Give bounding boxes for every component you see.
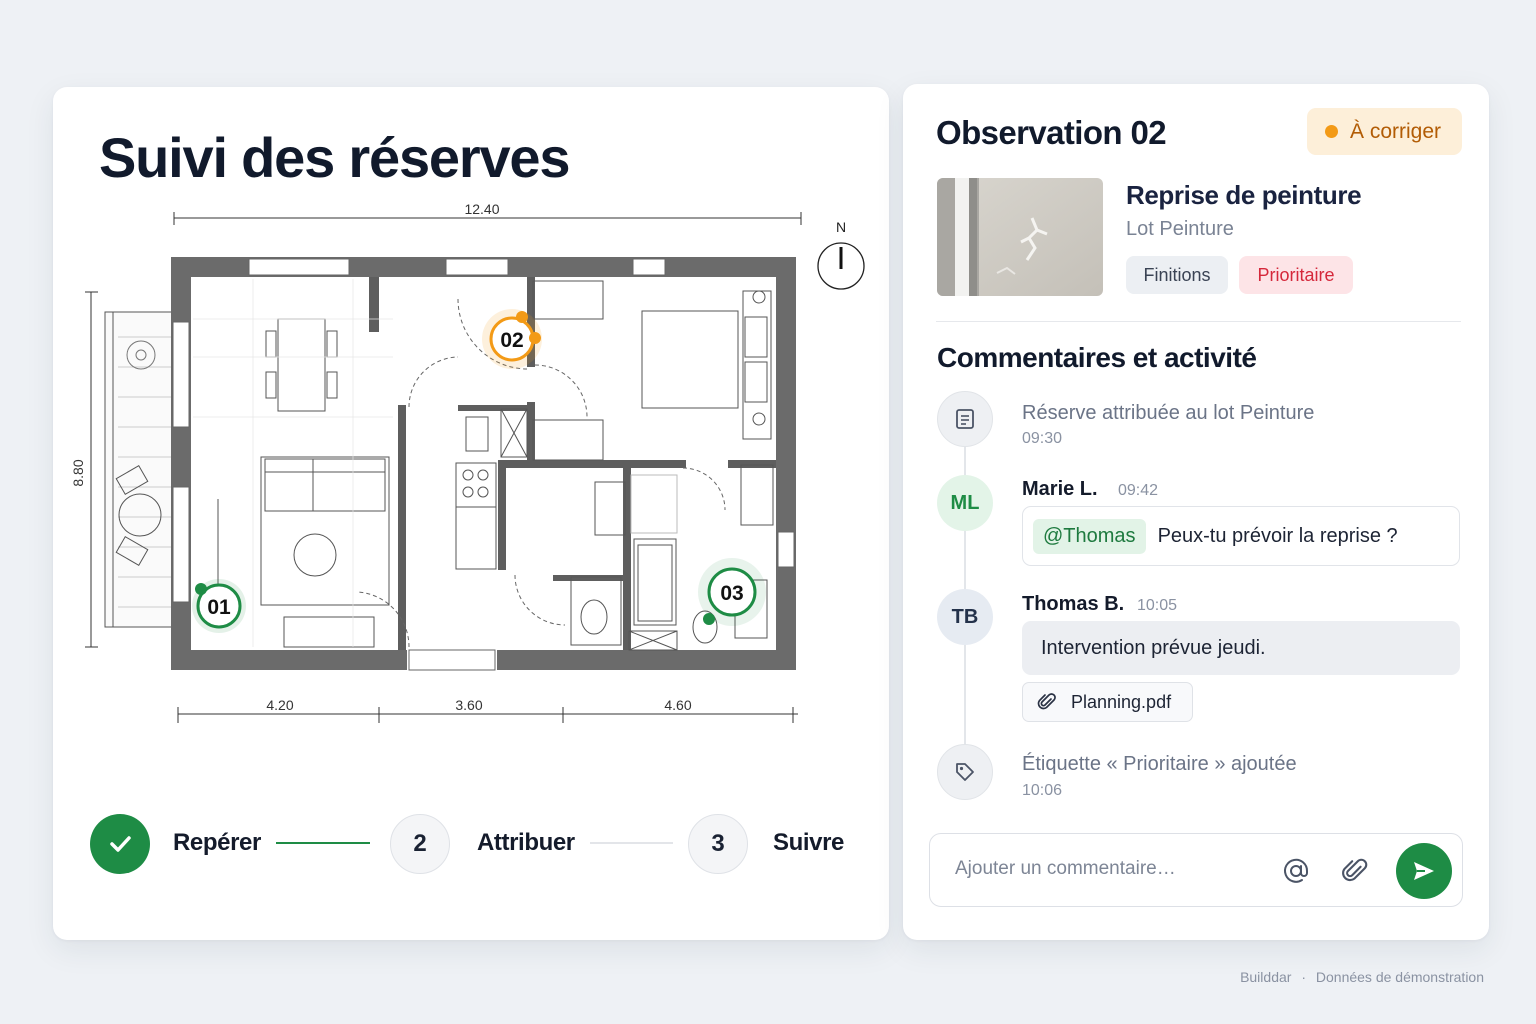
dimension-side: 8.80 xyxy=(70,459,86,486)
comment-input[interactable]: Ajouter un commentaire… xyxy=(955,858,1176,880)
marker-01-label: 01 xyxy=(207,596,231,619)
comment-author: Marie L. xyxy=(1022,478,1098,500)
north-label: N xyxy=(836,219,846,235)
marker-02[interactable]: 02 xyxy=(482,309,542,369)
step-1-circle[interactable] xyxy=(90,814,150,874)
marker-02-label: 02 xyxy=(500,329,523,352)
marker-01[interactable]: 01 xyxy=(192,579,246,633)
attachment-chip[interactable]: Planning.pdf xyxy=(1022,682,1193,722)
send-icon xyxy=(1414,862,1434,880)
step-3-circle[interactable]: 3 xyxy=(688,814,748,874)
paperclip-icon xyxy=(1342,858,1368,882)
mention-button[interactable] xyxy=(1279,854,1313,888)
comment-composer[interactable]: Ajouter un commentaire… xyxy=(929,833,1463,907)
floor-plan-card: Suivi des réserves 12.40 4.20 3.60 4.60 … xyxy=(53,87,889,940)
check-icon xyxy=(110,836,131,852)
balcony xyxy=(104,311,182,628)
step-connector-2 xyxy=(590,842,673,844)
activity-event-text: Réserve attribuée au lot Peinture xyxy=(1022,402,1315,424)
document-icon xyxy=(956,409,974,429)
footer-separator: · xyxy=(1301,969,1306,985)
footer-brand: Builddar xyxy=(1240,969,1292,985)
workflow-stepper: Repérer 2 Attribuer 3 Suivre xyxy=(90,812,870,876)
door-arcs xyxy=(357,298,726,648)
status-label: À corriger xyxy=(1350,119,1442,143)
entrance xyxy=(408,649,496,671)
step-2-label[interactable]: Attribuer xyxy=(477,829,575,857)
activity-section-title: Commentaires et activité xyxy=(937,342,1257,373)
comment-author: Thomas B. xyxy=(1022,593,1125,615)
step-3-label[interactable]: Suivre xyxy=(773,829,844,857)
activity-event-badge xyxy=(937,744,993,800)
marker-03[interactable]: 03 xyxy=(698,558,766,626)
comment-bubble: @Thomas Peux-tu prévoir la reprise ? xyxy=(1022,506,1460,566)
activity-event-time: 09:30 xyxy=(1022,430,1063,447)
footer-note: Données de démonstration xyxy=(1315,969,1484,985)
step-2-circle[interactable]: 2 xyxy=(390,814,450,874)
dimension-lines xyxy=(85,212,802,723)
activity-event-time: 10:06 xyxy=(1022,782,1063,799)
dimension-top: 12.40 xyxy=(464,201,499,217)
paperclip-icon xyxy=(1037,693,1056,710)
issue-photo[interactable] xyxy=(937,178,1103,296)
comment-time: 09:42 xyxy=(1118,482,1159,499)
wall-photo-image xyxy=(937,178,1103,296)
divider xyxy=(936,321,1461,322)
observation-title: Observation 02 xyxy=(936,114,1167,151)
comment-text: Peux-tu prévoir la reprise ? xyxy=(1157,524,1398,547)
floor-plan[interactable]: 12.40 4.20 3.60 4.60 8.80 N 01 02 03 xyxy=(53,87,889,787)
send-button[interactable] xyxy=(1396,843,1452,899)
avatar[interactable]: ML xyxy=(937,475,993,531)
at-sign-icon xyxy=(1284,858,1309,883)
activity-event-text: Étiquette « Prioritaire » ajoutée xyxy=(1022,753,1297,775)
tag-prioritaire[interactable]: Prioritaire xyxy=(1239,256,1353,294)
activity-event-badge xyxy=(937,391,993,447)
status-badge[interactable]: À corriger xyxy=(1307,108,1462,155)
dimension-bottom-3: 4.60 xyxy=(664,697,691,713)
tag-finitions[interactable]: Finitions xyxy=(1126,256,1228,294)
marker-03-label: 03 xyxy=(720,582,743,605)
footer-credits: Builddar · Données de démonstration xyxy=(1240,969,1484,985)
compass-icon: N xyxy=(817,219,865,290)
step-connector-1 xyxy=(276,842,370,844)
attachment-name: Planning.pdf xyxy=(1071,691,1172,712)
comment-time: 10:05 xyxy=(1137,597,1178,614)
avatar[interactable]: TB xyxy=(937,589,993,645)
windows xyxy=(172,258,795,603)
mention-chip[interactable]: @Thomas xyxy=(1033,518,1146,554)
step-1-label[interactable]: Repérer xyxy=(173,829,261,857)
dimension-bottom-2: 3.60 xyxy=(455,697,482,713)
attach-button[interactable] xyxy=(1338,854,1372,888)
issue-title: Reprise de peinture xyxy=(1126,180,1362,210)
comment-bubble: Intervention prévue jeudi. xyxy=(1022,621,1460,675)
issue-lot: Lot Peinture xyxy=(1126,218,1234,240)
status-dot-icon xyxy=(1325,125,1338,138)
dimension-bottom-1: 4.20 xyxy=(266,697,293,713)
observation-panel: Observation 02 À corriger Reprise de pei… xyxy=(903,84,1489,940)
tag-icon xyxy=(956,763,974,781)
